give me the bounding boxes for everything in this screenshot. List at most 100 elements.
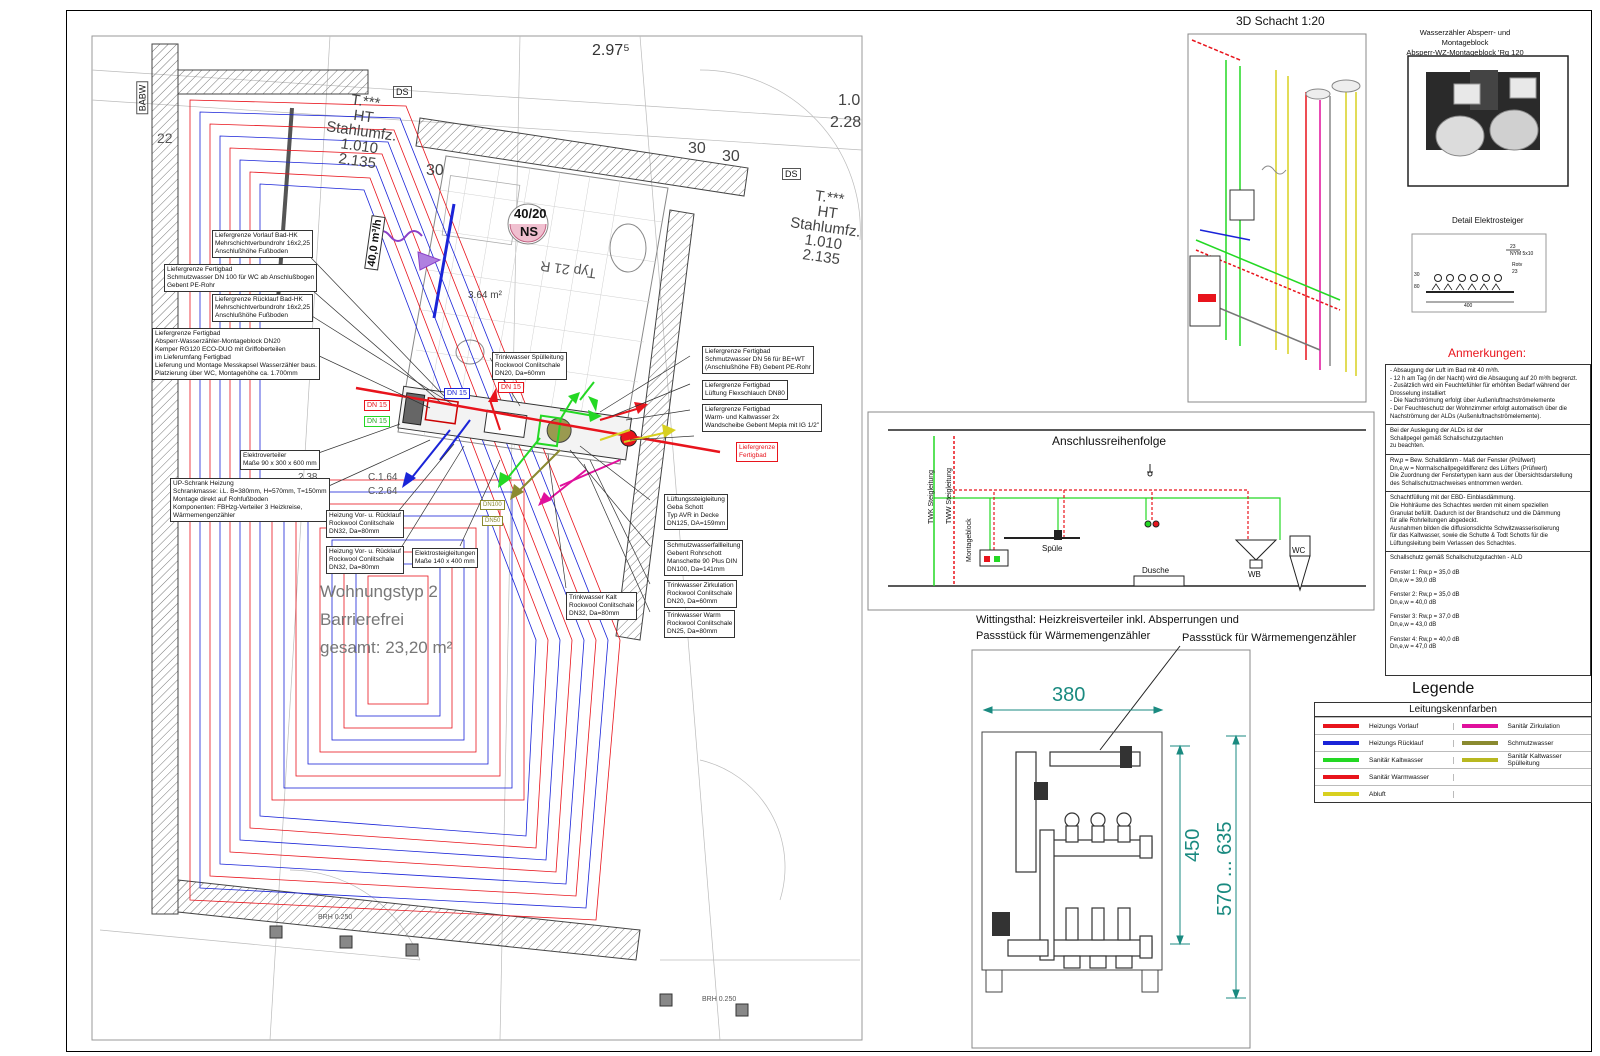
- callout-line: Mehrschichtverbundrohr 16x2,25: [215, 240, 311, 247]
- twk-steigleitung-label: TWK Steigleitung: [928, 469, 935, 524]
- legend-label: Sanitär Kaltwasser: [1369, 756, 1424, 764]
- callout-warm-kaltwasser: Liefergrenze Fertigbad Warm- und Kaltwass…: [702, 404, 823, 432]
- heizkreis-dim-570: 570 ... 635: [1214, 821, 1236, 916]
- callout-line: Liefergrenze Fertigbad: [705, 406, 771, 413]
- callout-line: Manschette 90 Plus DIN: [667, 558, 738, 565]
- legend-swatch: [1323, 758, 1359, 762]
- callout-line: Rockwool Conlitschale: [569, 602, 635, 609]
- callout-line: Lüftung Flexschlauch DN80: [705, 390, 785, 397]
- elektro-label-rotv: Rotv: [1512, 262, 1523, 268]
- note-line: Ausnahmen bilden die diffusionsdichte Sc…: [1390, 525, 1560, 532]
- callout-line: DN20, Da=60mm: [495, 370, 546, 377]
- note-line: Nachströmung der ALDs (Außenluftnachströ…: [1390, 413, 1542, 420]
- callout-vorlauf: Liefergrenze Vorlauf Bad-HK Mehrschichtve…: [212, 230, 314, 258]
- callout-line: Warm- und Kaltwasser 2x: [705, 414, 780, 421]
- callout-line: Trinkwasser Spülleitung: [495, 354, 564, 361]
- note-line: Schallpegel gemäß Schallschutzgutachten: [1390, 435, 1504, 442]
- dimension-22: 22: [157, 130, 173, 146]
- legend-cell: Sanitär Kaltwasser: [1315, 756, 1454, 764]
- note-gap: [1390, 630, 1586, 637]
- legend-swatch: [1461, 758, 1498, 762]
- callout-line: Typ AVR in Decke: [667, 512, 719, 519]
- wz-block-title-line2: Absperr-WZ-Montageblock 'Rg 120 DUO': [1406, 48, 1524, 67]
- dimension-top: 2.97⁵: [592, 42, 630, 59]
- callout-line: Schmutzwasser DN 100 für WC ab Anschlußb…: [167, 274, 315, 281]
- spuele-label: Spüle: [1042, 544, 1063, 553]
- notes-section-schallschutz: Schallschutz gemäß Schallschutzgutachten…: [1386, 552, 1590, 654]
- callout-ruecklauf: Liefergrenze Rücklauf Bad-HK Mehrschichtv…: [212, 294, 314, 322]
- callout-line: Liefergrenze: [739, 444, 776, 451]
- notes-panel: - Absaugung der Luft im Bad mit 40 m³/h.…: [1385, 364, 1591, 676]
- callout-line: DN32, Da=80mm: [569, 610, 620, 617]
- callout-line: Trinkwasser Zirkulation: [667, 582, 734, 589]
- dn-tag-red: DN 15: [498, 382, 524, 393]
- callout-line: Liefergrenze Fertigbad: [167, 266, 233, 273]
- ns-circle-bottom: NS: [520, 224, 539, 239]
- wc-label: WC: [1292, 546, 1306, 555]
- note-line: Die Hohlräume des Schachtes werden mit e…: [1390, 502, 1549, 509]
- callout-montageblock: Liefergrenze Fertigbad Absperr-Wasserzähl…: [152, 328, 320, 380]
- callout-line: Kemper RG120 ECO-DUO mit Griffoberteilen: [155, 346, 286, 353]
- callout-line: Trinkwasser Kalt: [569, 594, 617, 601]
- callout-line: Schrankmasse: i.L. B=380mm, H=570mm, T=1…: [173, 488, 327, 495]
- callout-line: Elektrosteigleitungen: [415, 550, 476, 557]
- legend-cell: Sanitär Warmwasser: [1315, 773, 1454, 781]
- notes-section-rw: Rw,p = Bew. Schalldämm - Maß der Fenster…: [1386, 455, 1590, 493]
- elektro-detail-title: Detail Elektrosteiger: [1452, 216, 1524, 225]
- dn-tag-dn50: DN50: [482, 516, 504, 526]
- legend-label: Heizungs Rücklauf: [1369, 739, 1424, 747]
- legend-label: Schmutzwasser: [1507, 739, 1554, 747]
- legend-cell: [1454, 792, 1592, 796]
- callout-line: Rockwool Conlitschale: [667, 620, 733, 627]
- montageblock-label: Montageblock: [966, 518, 973, 562]
- legend-swatch: [1461, 741, 1498, 745]
- callout-liefergrenze-red: Liefergrenze Fertigbad: [736, 442, 779, 462]
- callout-line: Anschlußhöhe Fußboden: [215, 312, 288, 319]
- dimension-1-0: 1.0: [838, 92, 861, 109]
- note-line: - Die Nachströmung erfolgt über Außenluf…: [1390, 398, 1556, 405]
- apartment-type: Wohnungstyp 2: [320, 582, 438, 601]
- note-line: Rw,p = Bew. Schalldämm - Maß der Fenster…: [1390, 457, 1536, 464]
- schacht-3d-title: 3D Schacht 1:20: [1236, 14, 1325, 28]
- callout-line: Rockwool Conlitschale: [667, 590, 733, 597]
- note-line: Fenster 3: Rw,p = 37,0 dB: [1390, 614, 1460, 621]
- callout-line: Montage direkt auf Rohfußboden: [173, 496, 269, 503]
- callout-line: Heizung Vor- u. Rücklauf: [329, 512, 401, 519]
- dn-tag-dn100: DN100: [480, 500, 505, 510]
- floorplan-graphics: [91, 35, 863, 1041]
- note-gap: [1390, 585, 1586, 592]
- callout-schmutzwasser-dn56: Liefergrenze Fertigbad Schmutzwasser DN 5…: [702, 346, 814, 374]
- callout-line: Heizung Vor- u. Rücklauf: [329, 548, 401, 555]
- note-line: Schallschutz gemäß Schallschutzgutachten…: [1390, 555, 1523, 562]
- callout-line: Schmutzwasserfallleitung: [667, 542, 741, 549]
- elektro-label-23a: 23: [1510, 244, 1516, 250]
- dn-tag-red-left: DN 15: [364, 400, 390, 411]
- legend-row: Sanitär Kaltwasser Sanitär Kaltwasser Spü…: [1315, 751, 1591, 768]
- wb-label: WB: [1248, 570, 1261, 579]
- note-line: Dn,e,w = Normalschallpegeldifferenz des …: [1390, 465, 1548, 472]
- legend-label: Abluft: [1369, 790, 1386, 798]
- note-line: Bei der Auslegung der ALDs ist der: [1390, 428, 1484, 435]
- apartment-info: Wohnungstyp 2 Barrierefrei gesamt: 23,20…: [320, 578, 452, 662]
- callout-line: Maße 140 x 400 mm: [415, 558, 475, 565]
- callout-line: Liefergrenze Fertigbad: [705, 382, 771, 389]
- legend-title: Legende: [1412, 680, 1475, 697]
- callout-line: Liefergrenze Fertigbad: [705, 348, 771, 355]
- note-line: Dn,e,w = 47,0 dB: [1390, 644, 1437, 651]
- elektro-label-nym: NYM 5x10: [1510, 251, 1534, 257]
- note-line: Dn,e,w = 43,0 dB: [1390, 622, 1437, 629]
- callout-line: Wärmemengenzähler: [173, 512, 236, 519]
- legend-table: Leitungskennfarben Heizungs Vorlauf Sanit…: [1314, 702, 1592, 803]
- callout-schmutzwasserfallleitung: Schmutzwasserfallleitung Gebent Rohrschot…: [664, 540, 744, 576]
- callout-lueftungssteigleitung: Lüftungssteigleitung Geba Schott Typ AVR i…: [664, 494, 729, 530]
- wz-block-title: Wasserzähler Absperr- und Montageblock A…: [1400, 28, 1530, 68]
- legend-swatch: [1462, 792, 1498, 796]
- callout-line: Rockwool Conlitschale: [495, 362, 561, 369]
- legend-row: Heizungs Rücklauf Schmutzwasser: [1315, 734, 1591, 751]
- callout-trinkwasser-warm: Trinkwasser Warm Rockwool Conlitschale DN2…: [664, 610, 736, 638]
- notes-title: Anmerkungen:: [1448, 346, 1527, 360]
- callout-line: Liefergrenze Fertigbad: [155, 330, 221, 337]
- callout-line: (Anschlußhöhe FB) Gebent PE-Rohr: [705, 364, 811, 371]
- anschluss-title: Anschlussreihenfolge: [1052, 434, 1167, 448]
- elektro-label-23b: 23: [1512, 269, 1518, 275]
